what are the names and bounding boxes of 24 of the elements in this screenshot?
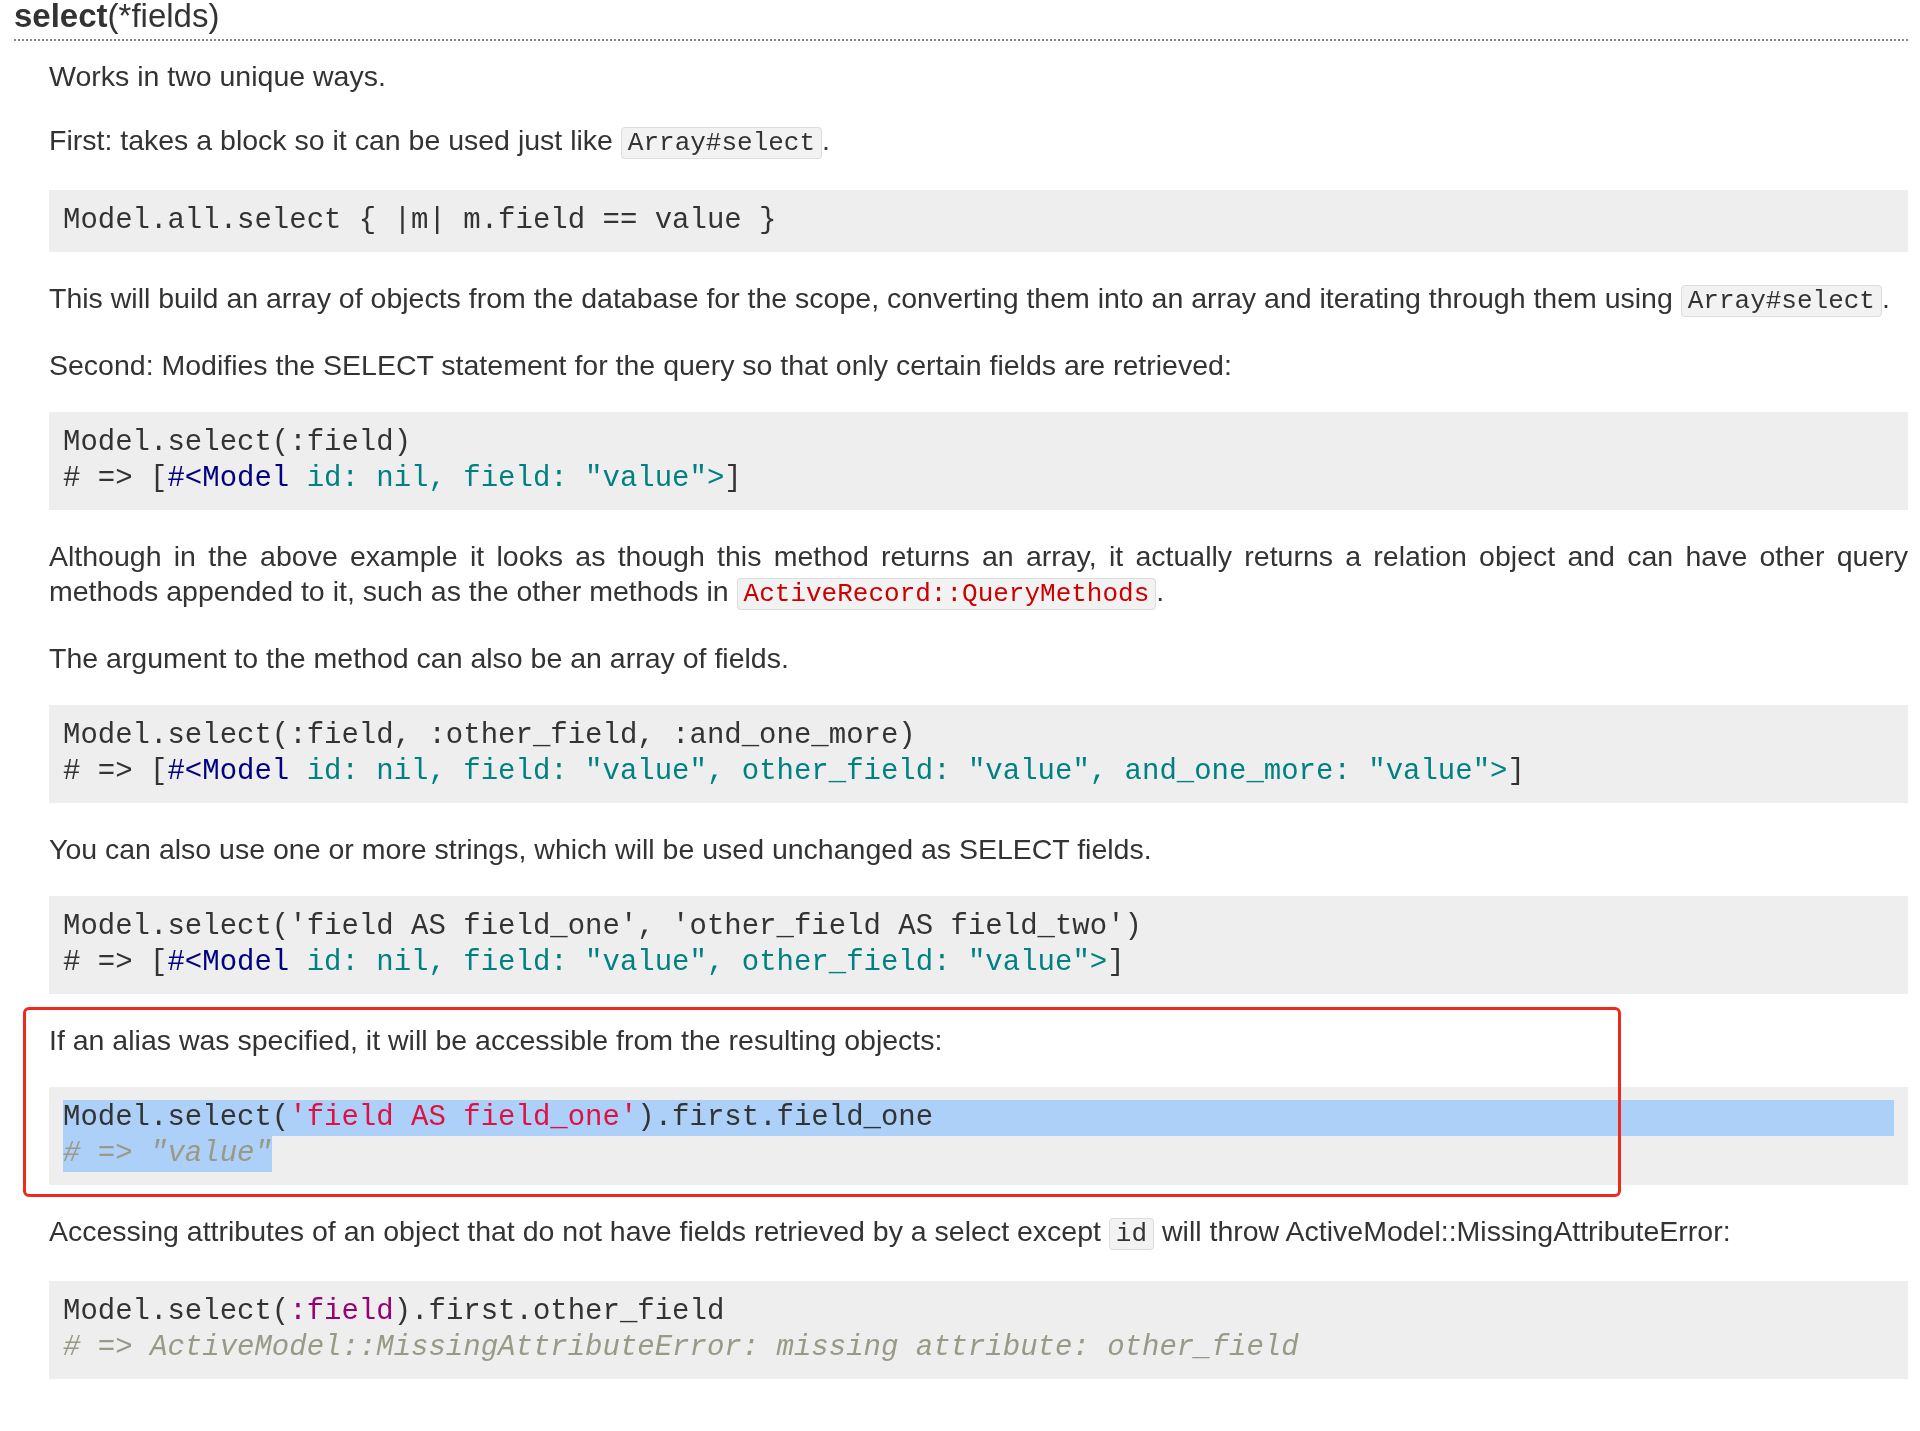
- code-line: # => [#<Model id: nil, field: "value">]: [63, 461, 742, 497]
- code-line: # => [#<Model id: nil, field: "value", other_field: "value", and_one_more: "value">]: [63, 754, 1525, 790]
- code-line: # => ActiveModel::MissingAttributeError: missing attribute: other_field: [63, 1330, 1299, 1366]
- paragraph: This will build an array of objects from the database for the scope, converting them into an array and iterating through them using Array#select .: [49, 281, 1891, 319]
- code-line: Model.select('field AS field_one', 'other_field AS field_two'): [63, 909, 1142, 945]
- paragraph: If an alias was specified, it will be accessible from the resulting objects:: [49, 1023, 944, 1058]
- paragraph: First: takes a block so it can be used just like Array#select .: [49, 123, 831, 161]
- code-line: # => [#<Model id: nil, field: "value", other_field: "value">]: [63, 945, 1125, 981]
- paragraph: The argument to the method can also be an array of fields.: [49, 641, 790, 676]
- code-line: Model.select(:field).first.other_field: [63, 1294, 725, 1330]
- paragraph: Works in two unique ways.: [49, 59, 387, 94]
- code-line: Model.select(:field, :other_field, :and_one_more): [63, 718, 916, 754]
- code-link[interactable]: ActiveRecord::QueryMethods: [736, 578, 1157, 610]
- paragraph: You can also use one or more strings, which will be used unchanged as SELECT fields.: [49, 832, 1153, 867]
- inline-code: Array#select: [620, 127, 823, 159]
- code-line: Model.all.select { |m| m.field == value }: [63, 203, 777, 239]
- inline-code: id: [1108, 1218, 1155, 1250]
- paragraph: Accessing attributes of an object that do not have fields retrieved by a select except id will throw ActiveModel::MissingAttributeError:: [49, 1214, 1732, 1252]
- method-name: select: [14, 0, 108, 34]
- method-params: (*fields): [107, 0, 220, 34]
- inline-code: Array#select: [1680, 285, 1882, 317]
- paragraph: Although in the above example it looks as though this method returns an array, it actually returns a relation object and can have other query methods appended to it, such as the other methods in ActiveRecord::QueryMethods .: [49, 539, 1908, 612]
- code-line: Model.select(:field): [63, 425, 412, 461]
- paragraph: Second: Modifies the SELECT statement for the query so that only certain fields are retrieved:: [49, 348, 1233, 383]
